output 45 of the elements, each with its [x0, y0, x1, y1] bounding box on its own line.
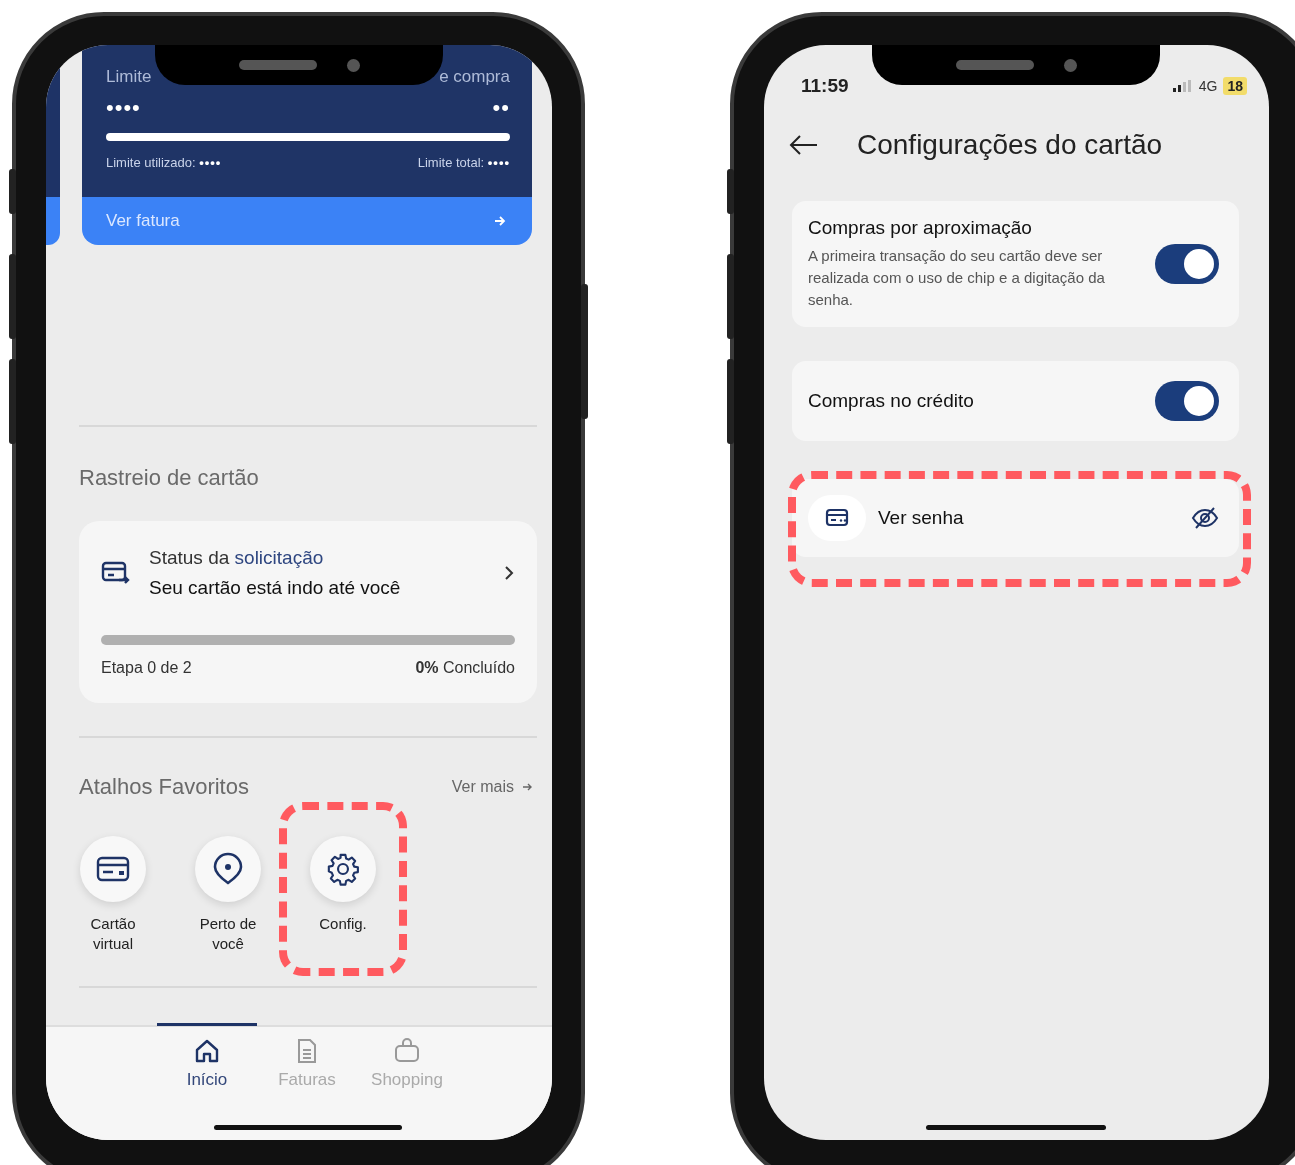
toggle-switch[interactable] [1155, 381, 1219, 421]
view-invoice-button[interactable]: Ver fatura [82, 197, 532, 245]
location-pin-icon [212, 852, 244, 886]
hidden-value: •••• [106, 97, 141, 119]
arrow-right-icon [522, 782, 533, 792]
total-limit-text: Limite total: •••• [417, 155, 510, 170]
eye-slash-icon [1191, 506, 1219, 530]
setting-description: A primeira transação do seu cartão deve ser realizada com o uso de chip e a digitação da senha. [808, 246, 1106, 310]
network-type: 4G [1198, 78, 1218, 94]
shortcut-button[interactable] [310, 836, 376, 902]
screen-title: Configurações do cartão [857, 129, 1163, 161]
view-password-button[interactable]: Ver senha [792, 479, 1239, 557]
card-transfer-icon [101, 560, 131, 586]
setting-title: Compras no crédito [808, 390, 975, 412]
shortcut-button[interactable] [195, 836, 261, 902]
shortcut-label: Cartão virtual [89, 914, 137, 954]
used-limit-text: Limite utilizado: •••• [106, 155, 222, 170]
percent-text: 0% Concluído [415, 659, 515, 677]
status-message: Seu cartão está indo até você [149, 577, 402, 599]
limit-label: e compra [439, 67, 510, 87]
credit-card-icon [96, 855, 130, 883]
shortcut-label: Config. [319, 914, 367, 934]
limit-label: Limite [106, 67, 152, 87]
home-icon [194, 1038, 220, 1064]
status-time: 11:59 [801, 75, 849, 97]
tracking-card[interactable]: Status da solicitação Seu cartão está indo até você Etapa 0 de 2 0% Concluído [79, 521, 537, 703]
signal-icon [1172, 80, 1193, 92]
settings-icon [326, 852, 360, 886]
back-arrow-icon[interactable] [789, 134, 819, 156]
hidden-value: •• [492, 97, 510, 119]
battery-indicator: 18 [1223, 77, 1247, 95]
section-title: Rastreio de cartão [79, 465, 260, 491]
see-more-link[interactable]: Ver mais [451, 778, 533, 796]
setting-title: Compras por aproximação [808, 217, 1033, 239]
status-label: Status da solicitação [149, 547, 325, 569]
shortcut-button[interactable] [80, 836, 146, 902]
arrow-right-icon [494, 215, 506, 227]
section-title: Atalhos Favoritos [79, 774, 249, 800]
shortcut-label: Perto de você [198, 914, 258, 954]
chevron-right-icon [503, 564, 515, 582]
card-icon [808, 495, 866, 541]
shopping-bag-icon [394, 1038, 420, 1064]
nav-tab[interactable]: Início [157, 1023, 257, 1093]
step-text: Etapa 0 de 2 [101, 659, 192, 677]
toggle-switch[interactable] [1155, 244, 1219, 284]
